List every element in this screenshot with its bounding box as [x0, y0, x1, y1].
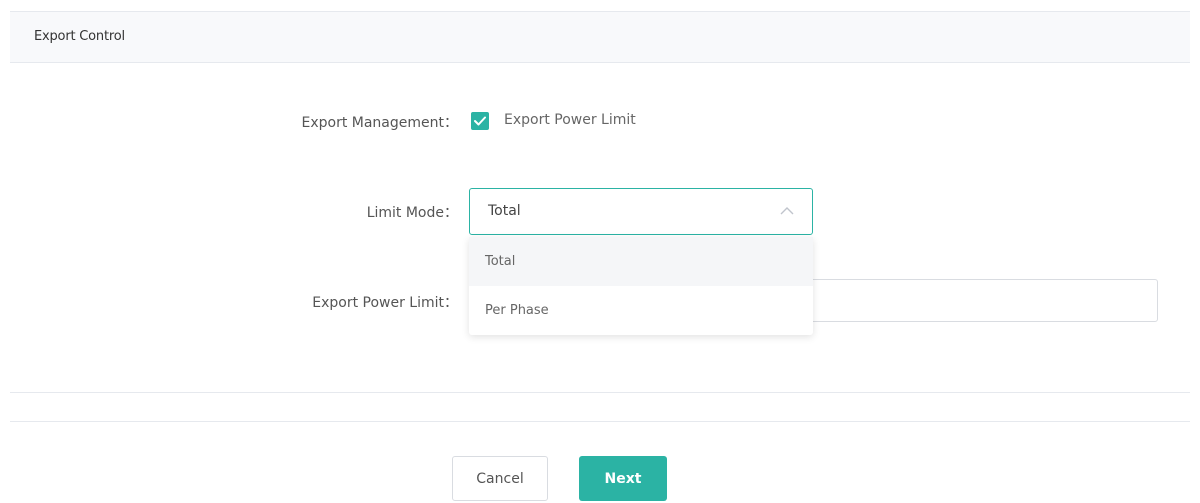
section-header: Export Control: [10, 11, 1190, 63]
export-power-limit-checkbox-label[interactable]: Export Power Limit: [504, 112, 636, 128]
export-control-page: Export Control Export Management： Export…: [0, 0, 1200, 503]
limit-mode-dropdown: Total Per Phase: [469, 237, 813, 335]
cancel-button[interactable]: Cancel: [452, 456, 548, 501]
dropdown-option-total[interactable]: Total: [469, 237, 813, 286]
section-title: Export Control: [34, 29, 125, 44]
export-power-limit-label: Export Power Limit：: [312, 295, 458, 311]
divider: [10, 392, 1190, 393]
checkmark-icon: [474, 116, 486, 126]
export-power-limit-checkbox[interactable]: [471, 112, 489, 130]
limit-mode-label: Limit Mode：: [366, 205, 458, 221]
next-button[interactable]: Next: [579, 456, 667, 501]
limit-mode-select[interactable]: Total: [469, 188, 813, 235]
dropdown-option-per-phase[interactable]: Per Phase: [469, 286, 813, 335]
divider: [10, 421, 1190, 422]
export-management-label: Export Management：: [301, 115, 458, 131]
limit-mode-selected-value: Total: [488, 203, 521, 219]
chevron-up-icon: [780, 207, 794, 215]
